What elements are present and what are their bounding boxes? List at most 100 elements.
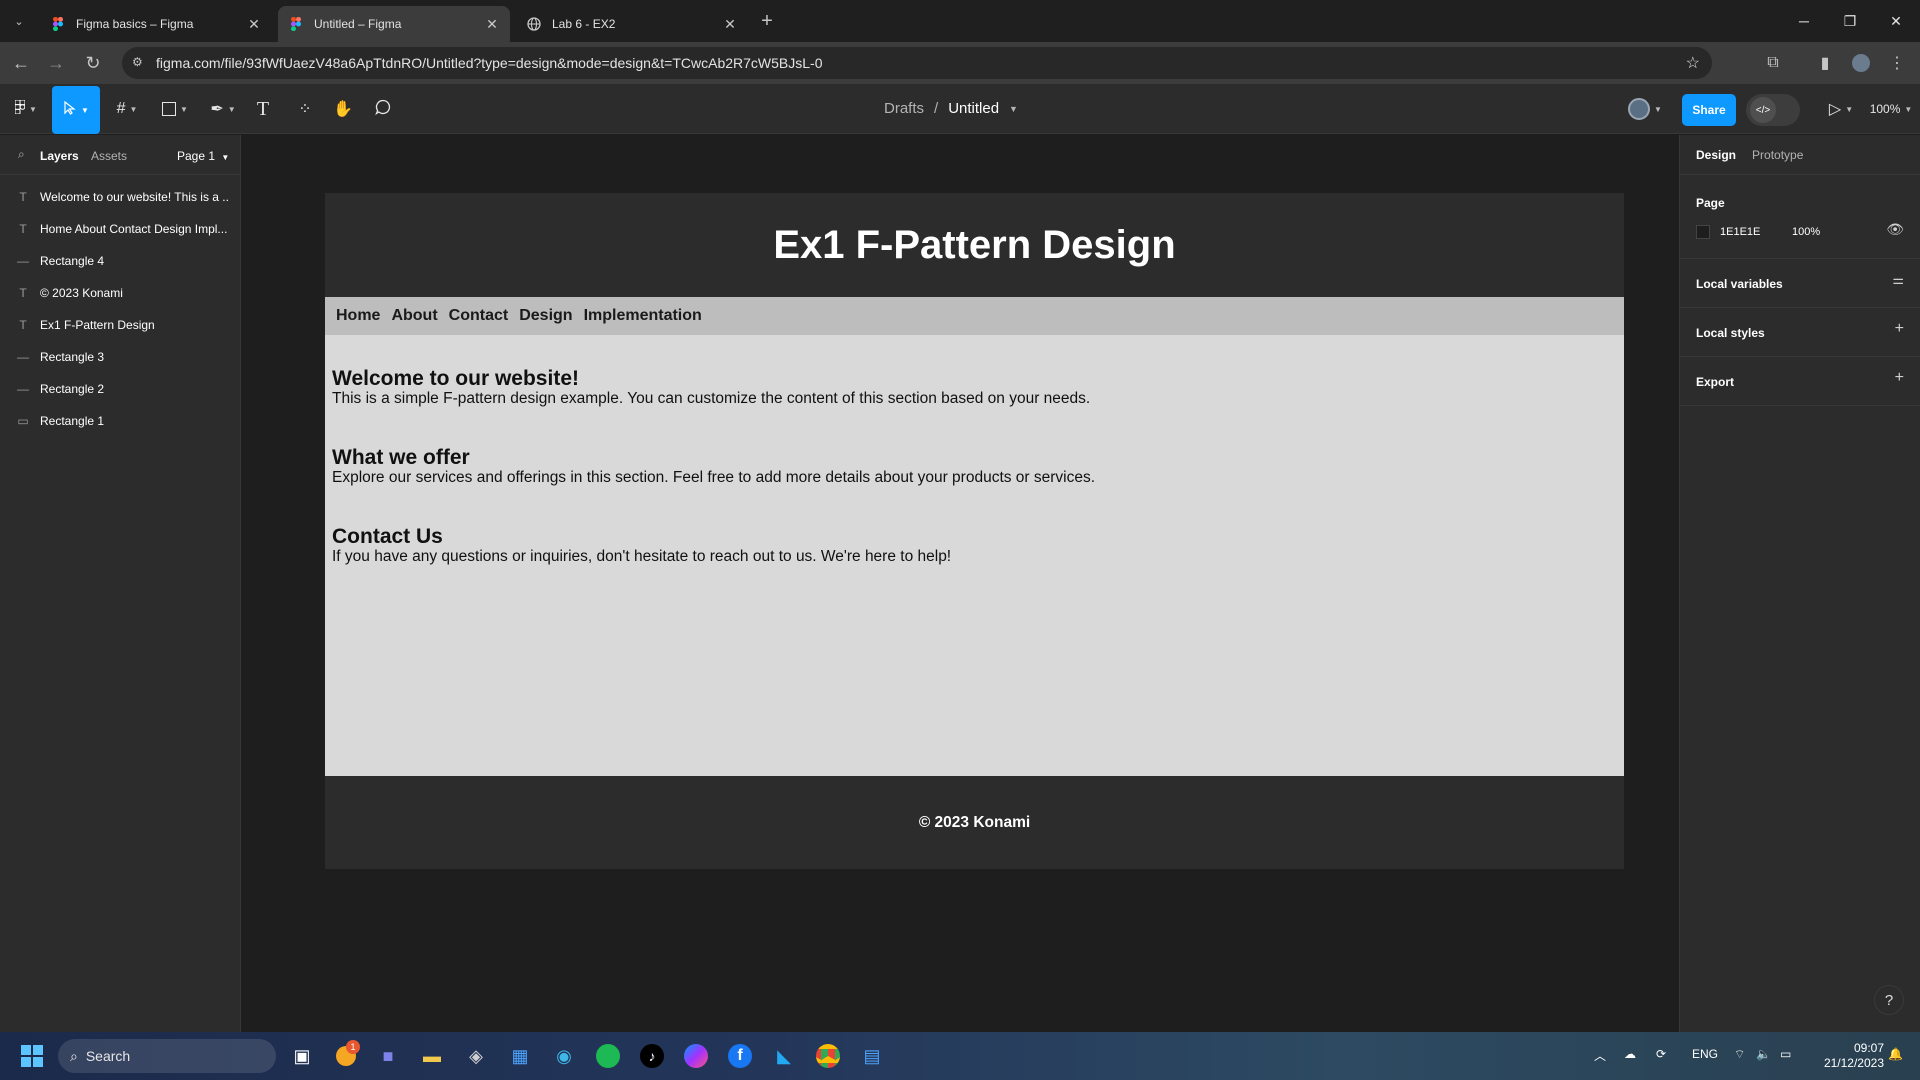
nav-about[interactable]: About — [391, 307, 437, 325]
close-tab-icon[interactable]: ✕ — [246, 16, 262, 33]
nav-design[interactable]: Design — [519, 307, 572, 325]
teams-meet-icon[interactable]: ■ — [372, 1040, 404, 1072]
section-body[interactable]: Explore our services and offerings in th… — [332, 469, 1617, 487]
add-style-plus-icon[interactable]: + — [1895, 320, 1904, 338]
local-variables-section[interactable]: Local variables ⚌ — [1680, 259, 1920, 308]
breadcrumb-drafts[interactable]: Drafts — [884, 100, 924, 117]
text-tool-button[interactable]: T — [252, 93, 274, 125]
section-heading[interactable]: What we offer — [332, 446, 1617, 469]
tab-design[interactable]: Design — [1696, 148, 1736, 162]
variables-sliders-icon[interactable]: ⚌ — [1892, 272, 1904, 288]
messenger-icon[interactable] — [680, 1040, 712, 1072]
forward-arrow-icon[interactable]: → — [43, 50, 69, 76]
file-name[interactable]: Untitled — [948, 100, 999, 117]
taskbar-clock[interactable]: 09:07 21/12/2023 — [1812, 1041, 1884, 1071]
pen-tool-button[interactable]: ✒ ▼ — [206, 93, 240, 125]
section-heading[interactable]: Welcome to our website! — [332, 367, 1617, 390]
section-body[interactable]: This is a simple F-pattern design exampl… — [332, 390, 1617, 408]
dev-mode-toggle[interactable]: </> — [1746, 94, 1800, 126]
task-view-icon[interactable]: ▣ — [286, 1040, 318, 1072]
reload-icon[interactable]: ↻ — [80, 50, 106, 76]
tab-layers[interactable]: Layers — [40, 149, 79, 163]
tiktok-icon[interactable]: ♪ — [636, 1040, 668, 1072]
section-body[interactable]: If you have any questions or inquiries, … — [332, 548, 1617, 566]
layer-row[interactable]: — Rectangle 2 — [0, 373, 240, 405]
layer-row[interactable]: — Rectangle 3 — [0, 341, 240, 373]
restore-window-icon[interactable]: ❐ — [1830, 8, 1870, 34]
browser-menu-icon[interactable]: ⋮ — [1884, 50, 1910, 76]
widget-app-icon[interactable]: 1 — [330, 1040, 362, 1072]
layer-row[interactable]: — Rectangle 4 — [0, 245, 240, 277]
multiplayer-avatar-button[interactable]: ▼ — [1622, 93, 1668, 125]
present-button[interactable]: ▷ ▼ — [1822, 93, 1860, 125]
wifi-icon[interactable]: ⌔ — [1734, 1047, 1745, 1062]
tab-figma-basics[interactable]: Figma basics – Figma ✕ — [40, 6, 272, 42]
microsoft-store-icon[interactable]: ▦ — [504, 1040, 536, 1072]
page-opacity[interactable]: 100% — [1792, 226, 1820, 238]
layer-row[interactable]: T Home About Contact Design Impl... — [0, 213, 240, 245]
comment-tool-button[interactable] — [370, 93, 396, 125]
notepad-icon[interactable]: ▤ — [856, 1040, 888, 1072]
bookmark-star-icon[interactable]: ☆ — [1686, 53, 1700, 73]
windows-start-icon[interactable] — [16, 1040, 48, 1072]
volume-icon[interactable]: 🔈 — [1756, 1047, 1771, 1061]
nav-implementation[interactable]: Implementation — [584, 307, 702, 325]
back-arrow-icon[interactable]: ← — [8, 50, 34, 76]
layer-row[interactable]: ▭ Rectangle 1 — [0, 405, 240, 437]
close-tab-icon[interactable]: ✕ — [722, 16, 738, 33]
edge-browser-icon[interactable]: ◉ — [548, 1040, 580, 1072]
notification-bell-icon[interactable]: 🔔 — [1888, 1047, 1903, 1061]
taskbar-search-box[interactable]: ⌕ Search — [58, 1039, 276, 1073]
chrome-icon[interactable] — [812, 1040, 844, 1072]
resources-tool-button[interactable]: ⁘ — [292, 93, 318, 125]
unity-app-icon[interactable]: ◈ — [460, 1040, 492, 1072]
chevron-down-icon[interactable]: ▼ — [1009, 104, 1018, 114]
page-color-hex[interactable]: 1E1E1E — [1720, 226, 1760, 238]
eye-visibility-icon[interactable]: 👁 — [1886, 221, 1904, 238]
battery-icon[interactable]: ▭ — [1780, 1047, 1791, 1061]
facebook-icon[interactable]: f — [724, 1040, 756, 1072]
side-panel-icon[interactable]: ▮ — [1812, 50, 1838, 76]
help-button[interactable]: ? — [1874, 985, 1904, 1015]
move-tool-button[interactable]: ▼ — [52, 86, 100, 134]
hand-tool-button[interactable]: ✋ — [330, 93, 356, 125]
tab-search-chevron-icon[interactable]: ⌄ — [6, 8, 32, 34]
zoom-menu[interactable]: 100% ▼ — [1866, 93, 1916, 125]
new-tab-button[interactable]: + — [754, 8, 780, 34]
rectangle-nav[interactable]: Home About Contact Design Implementation — [325, 297, 1624, 335]
main-menu-button[interactable]: ▼ — [10, 93, 42, 125]
page-title[interactable]: Ex1 F-Pattern Design — [773, 223, 1175, 268]
design-canvas[interactable]: Ex1 F-Pattern Design Home About Contact … — [242, 135, 1678, 1032]
close-tab-icon[interactable]: ✕ — [484, 16, 500, 33]
page-color-swatch[interactable] — [1696, 225, 1710, 239]
profile-avatar-icon[interactable] — [1848, 50, 1874, 76]
sync-icon[interactable]: ⟳ — [1656, 1047, 1666, 1061]
page-selector[interactable]: Page 1 ▼ — [177, 149, 229, 163]
spotify-icon[interactable] — [592, 1040, 624, 1072]
nav-home[interactable]: Home — [336, 307, 380, 325]
frame-tool-button[interactable]: # ▼ — [110, 93, 144, 125]
url-field[interactable]: ⚙ figma.com/file/93fWfUaezV48a6ApTtdnRO/… — [122, 47, 1712, 79]
tab-untitled-figma[interactable]: Untitled – Figma ✕ — [278, 6, 510, 42]
layer-row[interactable]: T Welcome to our website! This is a ... — [0, 181, 240, 213]
rectangle-header[interactable]: Ex1 F-Pattern Design — [325, 193, 1624, 297]
minimize-window-icon[interactable]: ─ — [1784, 8, 1824, 34]
rectangle-footer[interactable]: © 2023 Konami — [325, 776, 1624, 869]
extensions-puzzle-icon[interactable]: ⧉ — [1760, 50, 1786, 76]
site-info-icon[interactable]: ⚙ — [132, 55, 143, 69]
tab-lab6-ex2[interactable]: Lab 6 - EX2 ✕ — [516, 6, 748, 42]
tab-assets[interactable]: Assets — [91, 149, 127, 163]
layer-row[interactable]: T © 2023 Konami — [0, 277, 240, 309]
nav-contact[interactable]: Contact — [449, 307, 509, 325]
language-indicator[interactable]: ENG — [1692, 1047, 1718, 1061]
section-heading[interactable]: Contact Us — [332, 525, 1617, 548]
tab-prototype[interactable]: Prototype — [1752, 148, 1803, 162]
onedrive-cloud-icon[interactable]: ☁ — [1624, 1047, 1636, 1061]
search-icon[interactable]: ⌕ — [18, 147, 25, 162]
layer-row[interactable]: T Ex1 F-Pattern Design — [0, 309, 240, 341]
vscode-icon[interactable]: ◣ — [768, 1040, 800, 1072]
shape-tool-button[interactable]: ▼ — [158, 93, 192, 125]
show-hidden-icons-chevron[interactable]: ︿ — [1594, 1047, 1606, 1064]
footer-copyright[interactable]: © 2023 Konami — [919, 814, 1030, 832]
file-explorer-icon[interactable]: ▬ — [416, 1040, 448, 1072]
